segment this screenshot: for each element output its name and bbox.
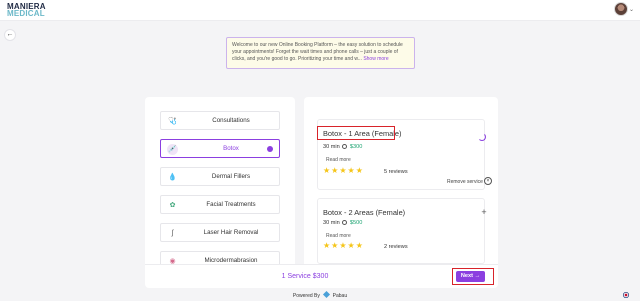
service-card-botox-2-areas[interactable]: Botox - 2 Areas (Female) + 30 min $500 R… (317, 198, 487, 264)
category-dermal-fillers[interactable]: 💧 Dermal Fillers (160, 167, 280, 186)
service-price: $300 (349, 144, 363, 150)
chevron-down-icon[interactable]: ⌄ (629, 6, 634, 13)
category-botox[interactable]: 💉 Botox (160, 139, 280, 158)
selection-summary: 1 Service $300 (281, 273, 329, 280)
powered-by: Powered By Pabau (0, 290, 640, 299)
consultation-icon: 🩺 (168, 118, 177, 125)
category-label: Dermal Fillers (211, 173, 251, 180)
laser-icon: ʃ (171, 230, 174, 237)
booking-summary-bar: 1 Service $300 Next → (145, 264, 498, 288)
category-label: Botox (223, 145, 239, 152)
read-more-link[interactable]: Read more (326, 233, 351, 239)
arrow-left-icon: ← (6, 31, 14, 38)
selected-check-icon (267, 146, 273, 152)
powered-prefix: Powered By (292, 293, 320, 299)
service-panel: Botox - 1 Area (Female) 30 min $300 Read… (304, 97, 498, 272)
user-avatar[interactable] (614, 2, 628, 16)
brand-line-2: MEDICAL (7, 9, 45, 18)
botox-icon: 💉 (167, 144, 178, 155)
service-meta: 30 min $300 (323, 144, 362, 150)
top-bar: MANIERA MEDICAL ⌄ (0, 0, 640, 21)
remove-service-label[interactable]: Remove service (447, 179, 483, 185)
facial-icon: ✿ (169, 202, 176, 209)
category-label: Laser Hair Removal (203, 229, 259, 236)
welcome-notice: Welcome to our new Online Booking Platfo… (226, 37, 415, 69)
highlight-box-next-button (452, 268, 494, 285)
powered-brand[interactable]: Pabau (333, 293, 347, 299)
pabau-logo-icon (323, 290, 331, 299)
highlight-box-service-title (317, 126, 395, 140)
review-count[interactable]: 2 reviews (384, 244, 408, 250)
language-flag-icon[interactable] (623, 292, 629, 298)
star-rating: ★★★★★ (323, 241, 364, 250)
category-consultations[interactable]: 🩺 Consultations (160, 111, 280, 130)
category-facial-treatments[interactable]: ✿ Facial Treatments (160, 195, 280, 214)
clock-icon (342, 220, 348, 225)
category-label: Consultations (212, 117, 250, 124)
back-button[interactable]: ← (4, 29, 16, 41)
read-more-link[interactable]: Read more (326, 157, 351, 163)
service-duration: 30 min (323, 144, 340, 150)
category-laser-hair-removal[interactable]: ʃ Laser Hair Removal (160, 223, 280, 242)
service-title: Botox - 2 Areas (Female) (323, 208, 406, 217)
remove-service-button[interactable]: × (484, 177, 492, 185)
category-panel: 🩺 Consultations 💉 Botox 💧 Dermal Fillers… (145, 97, 295, 272)
clock-icon (342, 144, 348, 149)
show-more-link[interactable]: Show more (363, 56, 388, 62)
service-price: $500 (349, 220, 363, 226)
service-duration: 30 min (323, 220, 340, 226)
add-service-button[interactable]: + (479, 207, 489, 217)
review-count[interactable]: 5 reviews (384, 169, 408, 175)
category-label: Facial Treatments (206, 201, 256, 208)
star-rating: ★★★★★ (323, 166, 364, 175)
service-meta: 30 min $500 (323, 220, 362, 226)
filler-icon: 💧 (168, 174, 177, 181)
loading-spinner-icon (478, 133, 486, 141)
brand-logo[interactable]: MANIERA MEDICAL (7, 3, 46, 18)
